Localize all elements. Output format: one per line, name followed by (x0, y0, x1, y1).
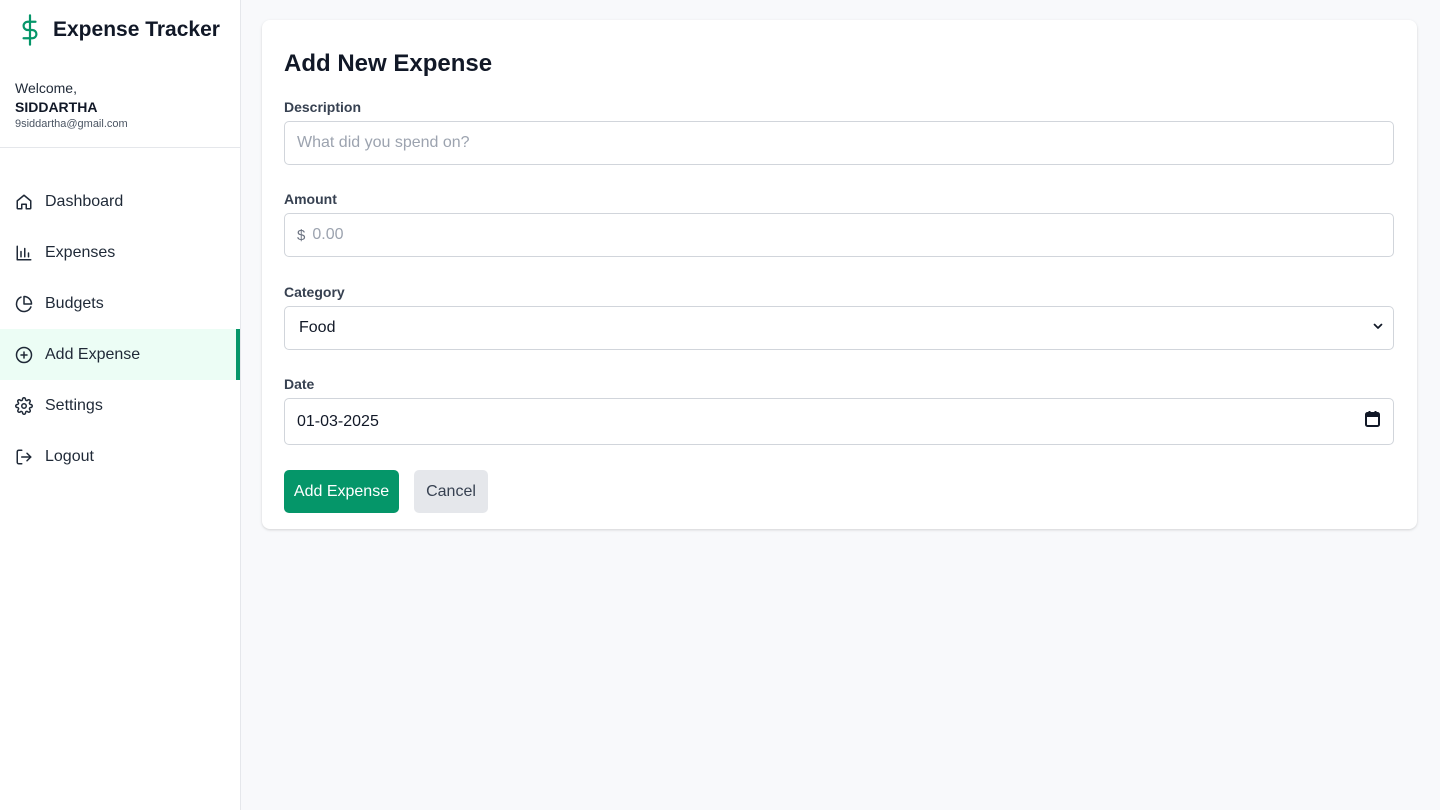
description-placeholder: What did you spend on? (297, 134, 470, 151)
date-value: 01-03-2025 (297, 412, 379, 430)
calendar-icon[interactable] (1365, 411, 1380, 432)
app-title: Expense Tracker (53, 18, 220, 41)
description-label: Description (284, 99, 362, 115)
date-input[interactable]: 01-03-2025 (284, 398, 1394, 445)
sidebar-item-settings[interactable]: Settings (0, 380, 240, 431)
chevron-down-icon (1372, 319, 1384, 337)
user-name: SIDDARTHA (15, 99, 98, 115)
sidebar-item-label: Budgets (45, 294, 104, 312)
category-label: Category (284, 284, 345, 300)
main-content: Add New Expense Description What did you… (241, 0, 1440, 810)
sidebar-nav: Dashboard Expenses Budgets Add Expense S… (0, 176, 240, 482)
sidebar-item-expenses[interactable]: Expenses (0, 227, 240, 278)
bar-chart-icon (15, 244, 33, 262)
sidebar-item-dashboard[interactable]: Dashboard (0, 176, 240, 227)
date-label: Date (284, 376, 315, 392)
plus-circle-icon (15, 346, 33, 364)
currency-prefix: $ (297, 226, 306, 244)
home-icon (15, 193, 33, 211)
category-select[interactable]: Food (284, 306, 1394, 350)
amount-input[interactable]: $ 0.00 (284, 213, 1394, 257)
page-title: Add New Expense (284, 50, 493, 77)
add-expense-card: Add New Expense Description What did you… (262, 20, 1417, 529)
dollar-sign-icon (19, 13, 41, 47)
gear-icon (15, 396, 33, 415)
category-selected-value: Food (299, 319, 336, 336)
sidebar-item-label: Logout (45, 447, 94, 465)
pie-chart-icon (15, 295, 33, 313)
cancel-button[interactable]: Cancel (414, 470, 488, 513)
app-root: Expense Tracker Welcome, SIDDARTHA 9sidd… (0, 0, 1440, 810)
sidebar-item-label: Settings (45, 396, 103, 414)
date-group: Date 01-03-2025 (284, 376, 1395, 445)
logout-icon (15, 448, 33, 466)
sidebar-item-label: Add Expense (45, 345, 141, 363)
form-actions: Add Expense Cancel (284, 470, 1395, 513)
amount-group: Amount $ 0.00 (284, 191, 1395, 257)
sidebar: Expense Tracker Welcome, SIDDARTHA 9sidd… (0, 0, 241, 810)
sidebar-item-logout[interactable]: Logout (0, 431, 240, 482)
description-group: Description What did you spend on? (284, 99, 1395, 165)
sidebar-item-add-expense[interactable]: Add Expense (0, 329, 240, 380)
description-input[interactable]: What did you spend on? (284, 121, 1394, 165)
amount-label: Amount (284, 191, 337, 207)
category-group: Category Food (284, 284, 1395, 350)
sidebar-item-label: Dashboard (45, 192, 124, 210)
welcome-text: Welcome, (15, 80, 77, 96)
amount-placeholder: 0.00 (312, 226, 344, 243)
add-expense-button[interactable]: Add Expense (284, 470, 399, 513)
sidebar-item-budgets[interactable]: Budgets (0, 278, 240, 329)
user-info: Welcome, SIDDARTHA 9siddartha@gmail.com (0, 60, 240, 148)
sidebar-item-label: Expenses (45, 243, 116, 261)
brand: Expense Tracker (0, 0, 240, 60)
user-email: 9siddartha@gmail.com (15, 118, 128, 130)
